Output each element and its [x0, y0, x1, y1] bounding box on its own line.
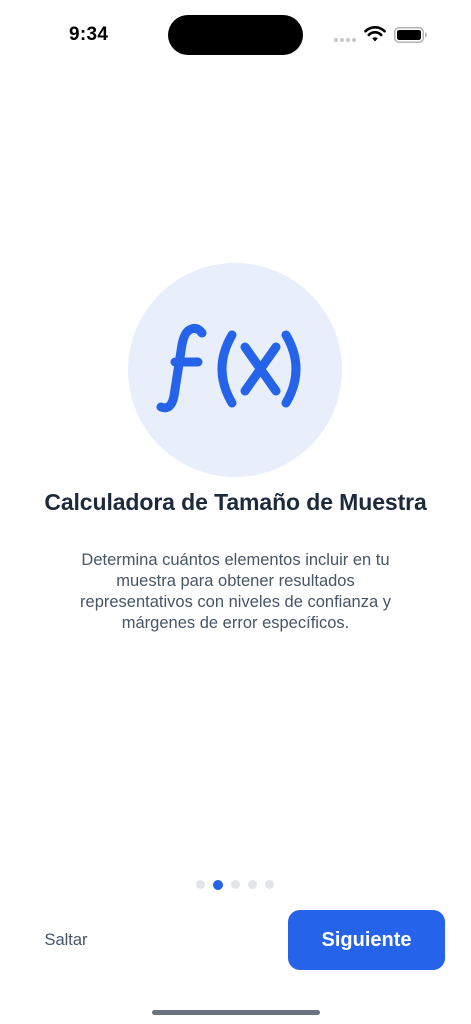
- page-dot[interactable]: [248, 880, 257, 889]
- page-title: Calculadora de Tamaño de Muestra: [44, 489, 427, 515]
- status-time: 9:34: [69, 24, 109, 45]
- page-dot[interactable]: [265, 880, 274, 889]
- page-dot[interactable]: [231, 880, 240, 889]
- dynamic-island: [168, 15, 303, 55]
- page-description: Determina cuántos elementos incluir en t…: [80, 551, 391, 632]
- battery-icon: [394, 27, 427, 43]
- status-bar: 9:34: [0, 0, 471, 70]
- page-dot-active[interactable]: [213, 879, 223, 890]
- home-indicator[interactable]: [152, 1010, 320, 1015]
- cellular-signal-icon: [334, 38, 358, 44]
- next-button[interactable]: Siguiente: [288, 910, 445, 970]
- page-dot[interactable]: [196, 880, 205, 889]
- function-fx-icon: [156, 323, 301, 413]
- wifi-icon: [364, 26, 386, 42]
- illustration-circle: [128, 263, 342, 477]
- skip-button[interactable]: Saltar: [38, 920, 94, 960]
- page-indicator: [196, 879, 278, 891]
